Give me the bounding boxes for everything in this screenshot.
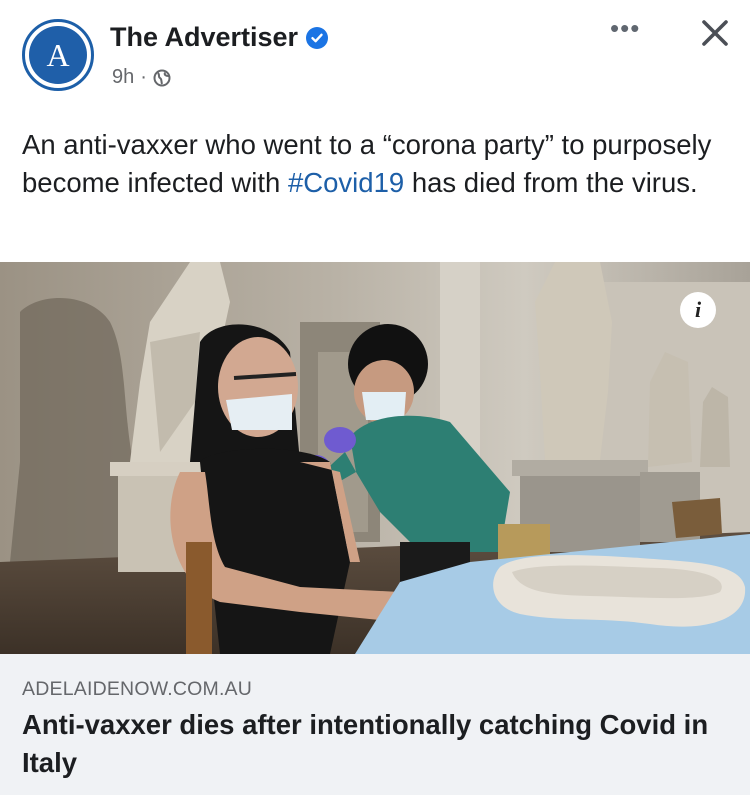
info-button[interactable]: i (680, 292, 716, 328)
more-options-button[interactable]: ••• (610, 15, 640, 41)
vaccination-photo (0, 262, 750, 654)
link-domain: ADELAIDENOW.COM.AU (22, 678, 253, 700)
page-name-row: The Advertiser (110, 22, 329, 53)
post-photo[interactable] (0, 262, 750, 654)
post-meta: 9h · (112, 66, 171, 89)
avatar-letter: A (29, 26, 87, 84)
page-name[interactable]: The Advertiser (110, 22, 298, 53)
close-icon[interactable] (698, 16, 732, 50)
verified-badge-icon (306, 26, 329, 49)
hashtag-link[interactable]: #Covid19 (288, 167, 404, 198)
facebook-post: A The Advertiser 9h · ••• An anti-vaxxer… (0, 0, 750, 795)
globe-icon (153, 69, 171, 86)
link-preview[interactable]: ADELAIDENOW.COM.AU Anti-vaxxer dies afte… (0, 654, 750, 795)
link-headline[interactable]: Anti-vaxxer dies after intentionally cat… (22, 706, 722, 782)
post-text: An anti-vaxxer who went to a “corona par… (22, 126, 722, 202)
meta-separator: · (140, 66, 147, 88)
post-text-end: has died from the virus. (404, 167, 698, 198)
post-time[interactable]: 9h (112, 66, 134, 89)
page-avatar[interactable]: A (22, 19, 94, 91)
